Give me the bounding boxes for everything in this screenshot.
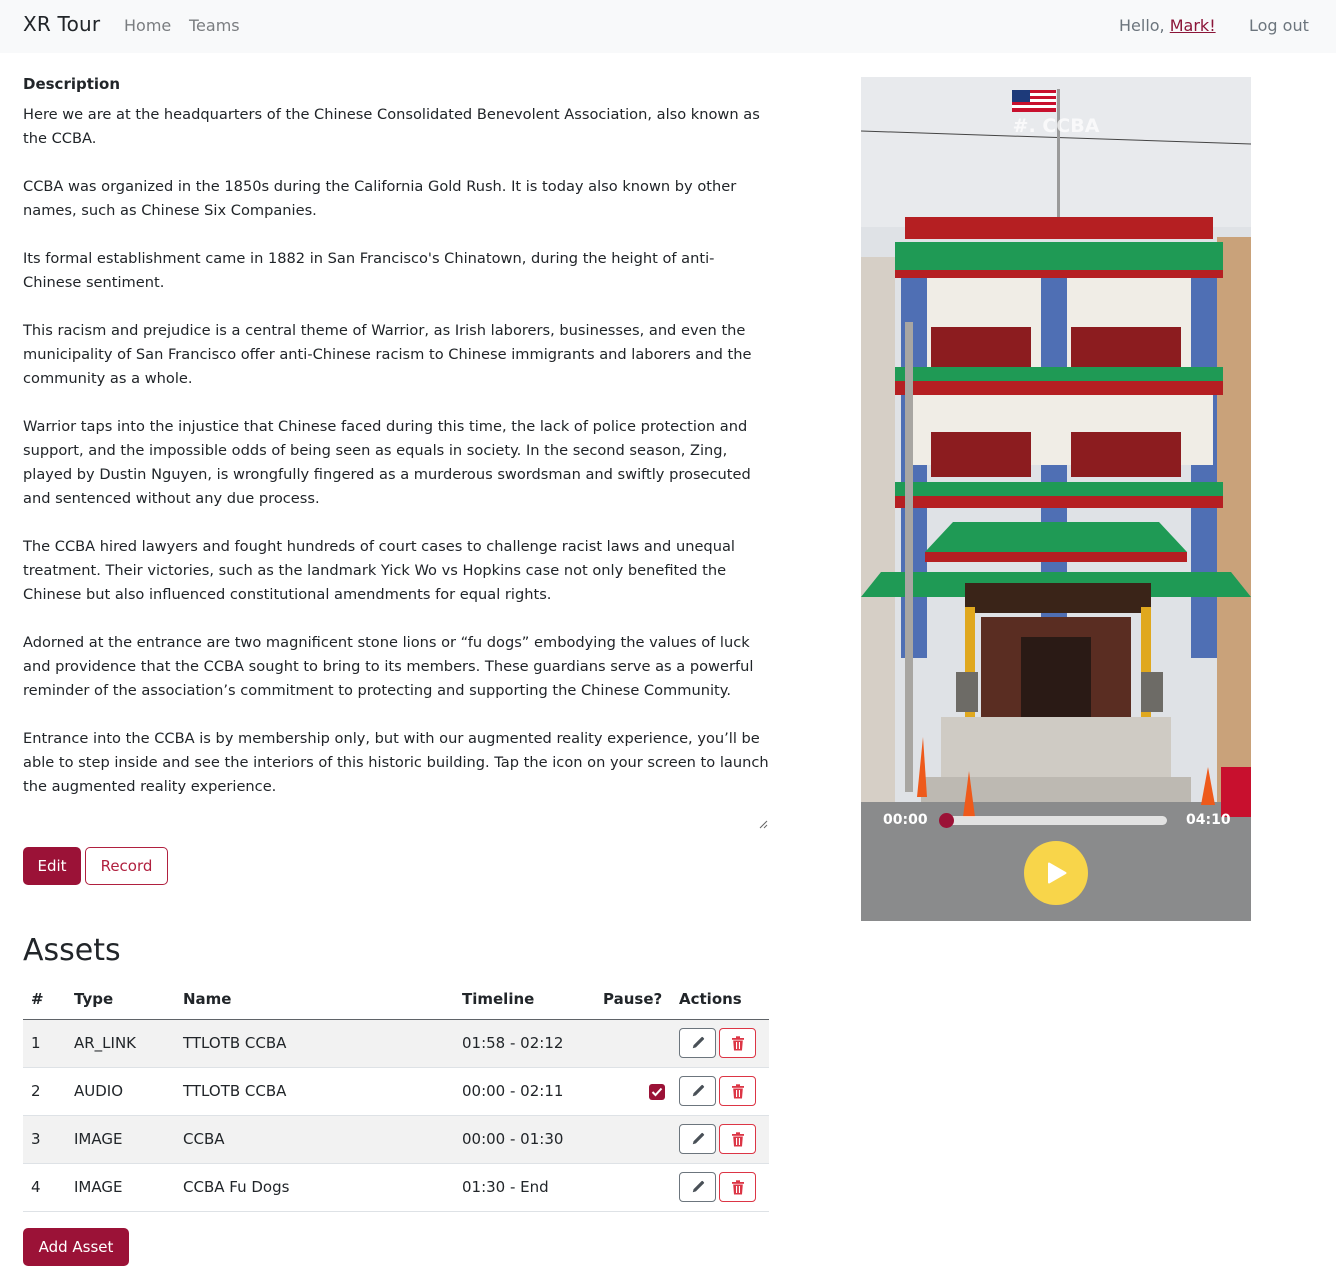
top-navbar: XR Tour Home Teams Hello, Mark! Log out [0,0,1336,53]
table-row: 2 AUDIO TTLOTB CCBA 00:00 - 02:11 [23,1067,769,1116]
user-greeting: Hello, Mark! [1119,16,1216,35]
trash-icon [732,1180,744,1195]
edit-asset-button[interactable] [679,1076,716,1106]
column-header-type: Type [66,980,175,1020]
table-row: 4 IMAGE CCBA Fu Dogs 01:30 - End [23,1163,769,1212]
asset-timeline: 01:58 - 02:12 [454,1019,595,1068]
pause-checkbox[interactable] [649,1083,665,1100]
pencil-icon [692,1084,705,1097]
pencil-icon [692,1180,705,1193]
asset-pause [595,1067,671,1116]
total-time: 04:10 [1186,812,1231,828]
logout-link[interactable]: Log out [1249,16,1309,35]
progress-slider[interactable] [939,813,1167,828]
assets-heading: Assets [23,933,121,968]
brand-logo[interactable]: XR Tour [23,12,100,36]
description-paragraph: Here we are at the headquarters of the C… [23,106,760,147]
description-textarea[interactable]: Here we are at the headquarters of the C… [23,103,770,831]
asset-actions [671,1067,769,1116]
edit-asset-button[interactable] [679,1028,716,1058]
column-header-actions: Actions [671,980,769,1020]
asset-timeline: 00:00 - 02:11 [454,1067,595,1116]
asset-actions [671,1163,769,1212]
media-player[interactable]: #. CCBA 00:00 04:10 [861,77,1251,921]
greeting-text: Hello, [1119,16,1170,35]
asset-name: TTLOTB CCBA [175,1067,454,1116]
asset-pause [595,1019,671,1068]
description-paragraph: The CCBA hired lawyers and fought hundre… [23,538,735,603]
pencil-icon [692,1036,705,1049]
column-header-number: # [23,980,66,1020]
asset-timeline: 01:30 - End [454,1163,595,1212]
trash-icon [732,1132,744,1147]
asset-timeline: 00:00 - 01:30 [454,1115,595,1164]
asset-type: AR_LINK [66,1019,175,1068]
edit-asset-button[interactable] [679,1172,716,1202]
asset-number: 2 [23,1067,66,1116]
checkmark-icon [651,1087,663,1096]
nav-home-link[interactable]: Home [124,16,171,35]
resize-grip-icon[interactable] [759,820,768,829]
delete-asset-button[interactable] [719,1172,756,1202]
record-button[interactable]: Record [85,847,168,885]
asset-type: IMAGE [66,1115,175,1164]
pencil-icon [692,1132,705,1145]
trash-icon [732,1036,744,1051]
play-icon [1048,862,1067,884]
delete-asset-button[interactable] [719,1028,756,1058]
asset-number: 4 [23,1163,66,1212]
description-paragraph: This racism and prejudice is a central t… [23,322,752,387]
delete-asset-button[interactable] [719,1076,756,1106]
nav-teams-link[interactable]: Teams [189,16,240,35]
table-header-row: # Type Name Timeline Pause? Actions [23,980,769,1020]
trash-icon [732,1084,744,1099]
asset-number: 3 [23,1115,66,1164]
asset-pause [595,1163,671,1212]
column-header-name: Name [175,980,454,1020]
current-time: 00:00 [883,812,928,828]
edit-asset-button[interactable] [679,1124,716,1154]
description-paragraph: Warrior taps into the injustice that Chi… [23,418,751,507]
asset-name: CCBA Fu Dogs [175,1163,454,1212]
assets-table: # Type Name Timeline Pause? Actions 1 AR… [23,980,769,1212]
table-row: 3 IMAGE CCBA 00:00 - 01:30 [23,1115,769,1164]
edit-button[interactable]: Edit [23,847,81,885]
description-paragraph: CCBA was organized in the 1850s during t… [23,178,737,219]
add-asset-button[interactable]: Add Asset [23,1228,129,1266]
asset-number: 1 [23,1019,66,1068]
flag-icon [1012,90,1056,112]
asset-actions [671,1019,769,1068]
description-label: Description [23,75,121,93]
asset-name: TTLOTB CCBA [175,1019,454,1068]
asset-actions [671,1115,769,1164]
play-button[interactable] [1024,841,1088,905]
progress-handle[interactable] [939,813,954,828]
asset-name: CCBA [175,1115,454,1164]
description-paragraph: Adorned at the entrance are two magnific… [23,634,754,699]
description-paragraph: Its formal establishment came in 1882 in… [23,250,715,291]
building-photo [861,77,1251,921]
delete-asset-button[interactable] [719,1124,756,1154]
asset-type: IMAGE [66,1163,175,1212]
column-header-pause: Pause? [595,980,671,1020]
media-title: #. CCBA [1012,115,1100,137]
table-row: 1 AR_LINK TTLOTB CCBA 01:58 - 02:12 [23,1019,769,1068]
asset-type: AUDIO [66,1067,175,1116]
description-paragraph: Entrance into the CCBA is by membership … [23,730,769,795]
asset-pause [595,1115,671,1164]
user-profile-link[interactable]: Mark! [1170,16,1216,35]
column-header-timeline: Timeline [454,980,595,1020]
